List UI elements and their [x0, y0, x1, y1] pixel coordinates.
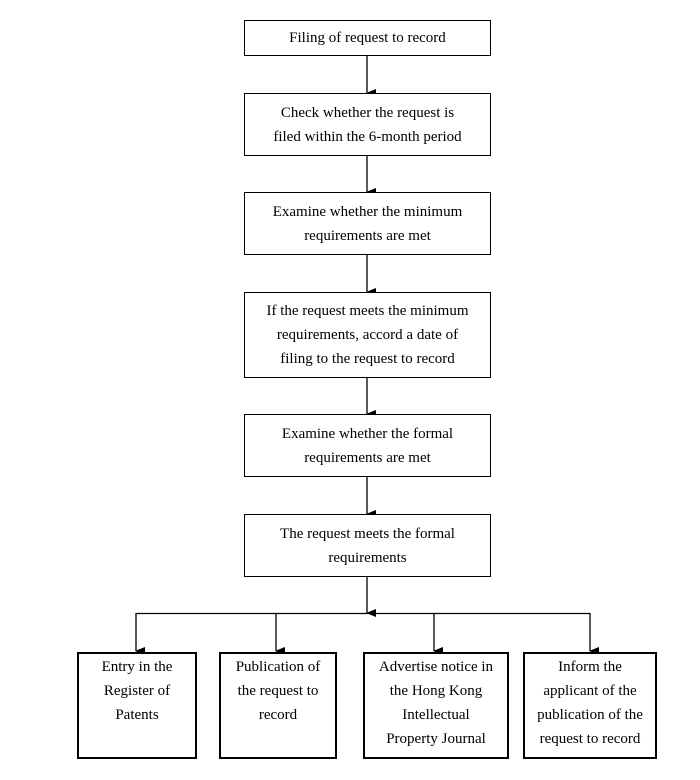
outcome-register-entry: Entry in the Register of Patents [77, 652, 197, 759]
step-examine-formal-requirements: Examine whether the formal requirements … [244, 414, 491, 477]
outcome-label: Advertise notice in the Hong Kong Intell… [378, 659, 494, 747]
step-label: Examine whether the minimum requirements… [272, 203, 463, 244]
outcome-publication: Publication of the request to record [219, 652, 337, 759]
outcome-label: Inform the applicant of the publication … [537, 659, 643, 747]
step-label: If the request meets the minimum require… [266, 303, 469, 367]
step-formal-requirements-met: The request meets the formal requirement… [244, 514, 491, 577]
outcome-label: Publication of the request to record [235, 659, 321, 723]
step-accord-filing-date: If the request meets the minimum require… [244, 292, 491, 378]
step-label: Examine whether the formal requirements … [281, 425, 454, 466]
step-label: Filing of request to record [289, 30, 446, 46]
step-check-6-month-period: Check whether the request is filed withi… [244, 93, 491, 156]
outcome-inform-applicant: Inform the applicant of the publication … [523, 652, 657, 759]
outcome-advertise-notice: Advertise notice in the Hong Kong Intell… [363, 652, 509, 759]
step-examine-minimum-requirements: Examine whether the minimum requirements… [244, 192, 491, 255]
step-filing-request: Filing of request to record [244, 20, 491, 56]
step-label: The request meets the formal requirement… [280, 525, 455, 566]
outcome-label: Entry in the Register of Patents [101, 659, 173, 723]
step-label: Check whether the request is filed withi… [273, 104, 462, 145]
